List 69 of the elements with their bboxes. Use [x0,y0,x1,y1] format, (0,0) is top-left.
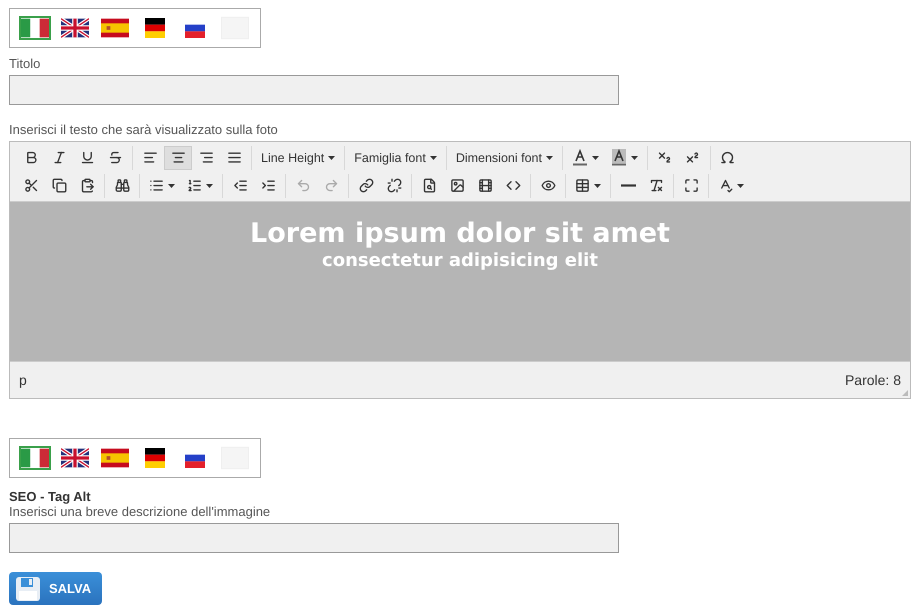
dropdown-button[interactable]: Dimensioni font [450,146,559,170]
language-button[interactable] [99,16,131,40]
caret-icon [328,156,336,160]
language-button[interactable] [59,446,91,470]
fullscreen-icon [684,178,698,193]
input-field[interactable] [9,75,619,105]
horizontal-line-icon [620,184,636,187]
save-button[interactable]: SALVA [9,572,102,605]
text-color-icon [572,149,588,166]
caret-icon [168,184,175,188]
spanish-flag-icon [101,18,129,38]
clear-formatting-icon [648,178,664,193]
unlink-icon [386,178,402,193]
resize-handle[interactable] [901,389,909,397]
align-right-icon [198,150,214,165]
dropdown-button[interactable]: Line Height [255,146,342,170]
caret-icon [206,184,213,188]
superscript-icon [685,150,700,165]
italian-flag-icon [21,448,49,468]
input-field[interactable] [9,523,619,553]
background-color-icon [610,149,627,166]
table-icon [575,178,590,193]
align-left-icon [142,150,158,165]
image-icon [450,178,464,193]
heading-text: Lorem ipsum dolor sit amet [250,218,670,250]
caret-icon [594,184,601,188]
omega-icon [720,150,736,165]
language-button[interactable] [99,446,131,470]
underline-icon [80,150,94,165]
caret-icon [592,156,599,160]
caret-icon [430,156,437,160]
numbered-list-icon [187,178,202,193]
toolbar-button[interactable] [164,146,192,170]
italic-icon [52,150,66,165]
italian-flag-icon [21,18,49,38]
field-label: Titolo [9,56,42,71]
field-label: Inserisci il testo che sarà visualizzato sulla foto [9,122,279,137]
paste-icon [80,178,94,193]
outdent-icon [232,178,248,193]
word-count: Parole: 8 [844,372,901,388]
british-flag-icon [61,18,89,38]
strikethrough-icon [108,150,122,165]
scissors-icon [24,178,38,193]
align-justify-icon [226,150,242,165]
undo-icon [296,178,310,193]
subheading-text: consectetur adipisicing elit [322,250,598,271]
indent-icon [260,178,276,193]
eye-icon [540,178,556,193]
british-flag-icon [61,448,89,468]
binoculars-icon [114,178,130,193]
dropdown-button[interactable]: Famiglia font [348,146,443,170]
copy-icon [52,178,66,193]
field-label: SEO - Tag Alt [9,489,92,504]
film-icon [478,178,492,193]
spanish-flag-icon [101,448,129,468]
bullet-list-icon [149,178,164,193]
caret-icon [546,156,553,160]
caret-icon [630,156,638,160]
redo-icon [324,178,338,193]
spellcheck-icon [718,178,733,193]
subscript-icon [657,150,672,165]
field-hint: Inserisci una breve descrizione dell'immagine [9,504,272,519]
align-center-icon [170,150,186,165]
language-button[interactable] [59,16,91,40]
document-search-icon [422,178,436,193]
link-icon [358,178,374,193]
code-icon [506,178,520,193]
caret-icon [737,184,744,188]
element-path: p [19,372,27,388]
